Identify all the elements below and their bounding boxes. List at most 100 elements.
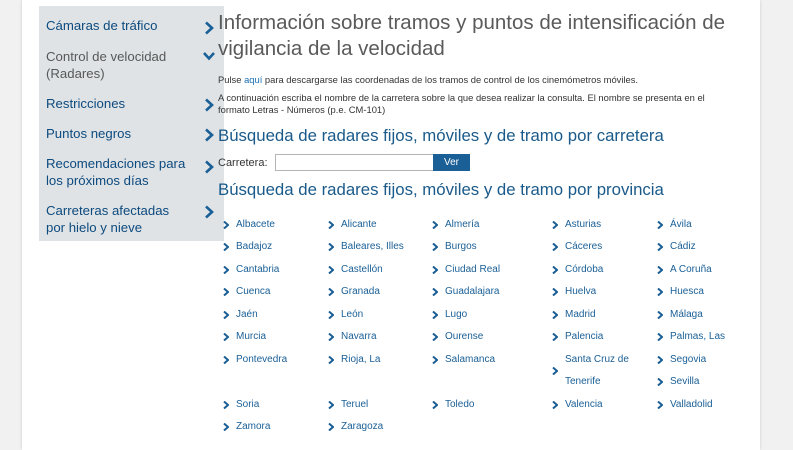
province-link[interactable]: Cantabria — [236, 259, 279, 281]
arrow-right-icon — [328, 288, 334, 296]
sidebar-item-label: Carreteras afectadas por hielo y nieve — [46, 203, 170, 235]
province-link[interactable]: Burgos — [445, 236, 477, 258]
sidebar-item-label: Puntos negros — [46, 126, 132, 141]
arrow-right-icon — [657, 333, 663, 341]
province-link[interactable]: Lugo — [445, 304, 467, 326]
province-link[interactable]: Jaén — [236, 304, 258, 326]
province-link[interactable]: Badajoz — [236, 236, 272, 258]
arrow-right-icon — [328, 311, 334, 319]
province-link[interactable]: Palmas, Las — [670, 326, 725, 348]
arrow-right-icon — [657, 311, 663, 319]
sidebar-item-label: Restricciones — [46, 96, 126, 111]
province-link[interactable]: Córdoba — [565, 259, 603, 281]
province-link[interactable]: Granada — [341, 281, 380, 303]
province-link[interactable]: Segovia — [670, 349, 706, 371]
arrow-right-icon — [657, 221, 663, 229]
arrow-right-icon — [223, 423, 229, 431]
province-link[interactable]: Zamora — [236, 416, 270, 438]
arrow-right-icon — [657, 243, 663, 251]
arrow-right-icon — [223, 333, 229, 341]
arrow-right-icon — [432, 333, 438, 341]
instructions-paragraph: A continuación escriba el nombre de la c… — [218, 92, 705, 115]
province-link[interactable]: Rioja, La — [341, 349, 380, 371]
province-link[interactable]: Palencia — [565, 326, 603, 348]
download-link[interactable]: aquí — [244, 74, 262, 85]
arrow-right-icon — [223, 221, 229, 229]
province-link[interactable]: Pontevedra — [236, 349, 287, 371]
download-prefix: Pulse — [218, 74, 245, 85]
province-link[interactable]: Toledo — [445, 394, 474, 416]
chevron-right-icon — [205, 98, 214, 112]
arrow-right-icon — [328, 243, 334, 251]
province-link[interactable]: Asturias — [565, 214, 601, 236]
sidebar-item-label: Recomendaciones para los próximos días — [46, 156, 186, 188]
download-paragraph: Pulse aquí para descargarse las coordena… — [218, 74, 728, 86]
province-link[interactable]: Albacete — [236, 214, 275, 236]
province-link[interactable]: León — [341, 304, 363, 326]
arrow-right-icon — [552, 367, 558, 375]
province-link[interactable]: Huesca — [670, 281, 704, 303]
province-link[interactable]: Ávila — [670, 214, 692, 236]
province-link[interactable]: Cuenca — [236, 281, 270, 303]
arrow-right-icon — [223, 311, 229, 319]
arrow-right-icon — [223, 356, 229, 364]
arrow-right-icon — [657, 266, 663, 274]
arrow-right-icon — [432, 266, 438, 274]
province-link[interactable]: Almería — [445, 214, 479, 236]
page-title: Información sobre tramos y puntos de int… — [218, 11, 726, 60]
chevron-right-icon — [205, 128, 214, 142]
province-link[interactable]: Castellón — [341, 259, 383, 281]
arrow-right-icon — [223, 288, 229, 296]
province-link[interactable]: Madrid — [565, 304, 596, 326]
arrow-right-icon — [432, 356, 438, 364]
arrow-right-icon — [552, 311, 558, 319]
arrow-right-icon — [552, 333, 558, 341]
chevron-right-icon — [205, 21, 214, 35]
arrow-right-icon — [328, 423, 334, 431]
arrow-right-icon — [432, 288, 438, 296]
arrow-right-icon — [432, 311, 438, 319]
arrow-right-icon — [552, 221, 558, 229]
arrow-right-icon — [432, 401, 438, 409]
province-link[interactable]: Valladolid — [670, 394, 713, 416]
arrow-right-icon — [328, 401, 334, 409]
province-link[interactable]: Santa Cruz de Tenerife — [565, 349, 633, 393]
province-link[interactable]: Málaga — [670, 304, 703, 326]
arrow-right-icon — [552, 401, 558, 409]
province-link[interactable]: Baleares, Illes — [341, 236, 404, 258]
main-content: Información sobre tramos y puntos de int… — [218, 0, 760, 450]
arrow-right-icon — [223, 266, 229, 274]
province-link[interactable]: Huelva — [565, 281, 596, 303]
province-link[interactable]: Guadalajara — [445, 281, 499, 303]
arrow-right-icon — [328, 356, 334, 364]
province-link[interactable]: Ourense — [445, 326, 483, 348]
sidebar-item-label: Cámaras de tráfico — [46, 18, 158, 33]
arrow-right-icon — [432, 221, 438, 229]
province-link[interactable]: Sevilla — [670, 371, 699, 393]
road-input[interactable] — [275, 154, 435, 171]
arrow-right-icon — [432, 243, 438, 251]
province-link[interactable]: A Coruña — [670, 259, 712, 281]
province-link[interactable]: Valencia — [565, 394, 603, 416]
arrow-right-icon — [328, 221, 334, 229]
province-link[interactable]: Cáceres — [565, 236, 602, 258]
arrow-right-icon — [657, 378, 663, 386]
ver-button[interactable]: Ver — [433, 154, 470, 171]
chevron-right-icon — [205, 160, 214, 174]
province-link[interactable]: Murcia — [236, 326, 266, 348]
province-link[interactable]: Cádiz — [670, 236, 696, 258]
arrow-right-icon — [328, 266, 334, 274]
chevron-down-icon — [203, 52, 215, 61]
province-link[interactable]: Navarra — [341, 326, 377, 348]
arrow-right-icon — [552, 243, 558, 251]
province-link[interactable]: Alicante — [341, 214, 377, 236]
arrow-right-icon — [552, 266, 558, 274]
sidebar-menu: Cámaras de tráfico Control de velocidad … — [39, 6, 224, 241]
province-link[interactable]: Salamanca — [445, 349, 495, 371]
province-link[interactable]: Ciudad Real — [445, 259, 500, 281]
province-link[interactable]: Teruel — [341, 394, 368, 416]
province-link[interactable]: Soria — [236, 394, 259, 416]
province-link[interactable]: Zaragoza — [341, 416, 383, 438]
arrow-right-icon — [552, 288, 558, 296]
arrow-right-icon — [328, 333, 334, 341]
